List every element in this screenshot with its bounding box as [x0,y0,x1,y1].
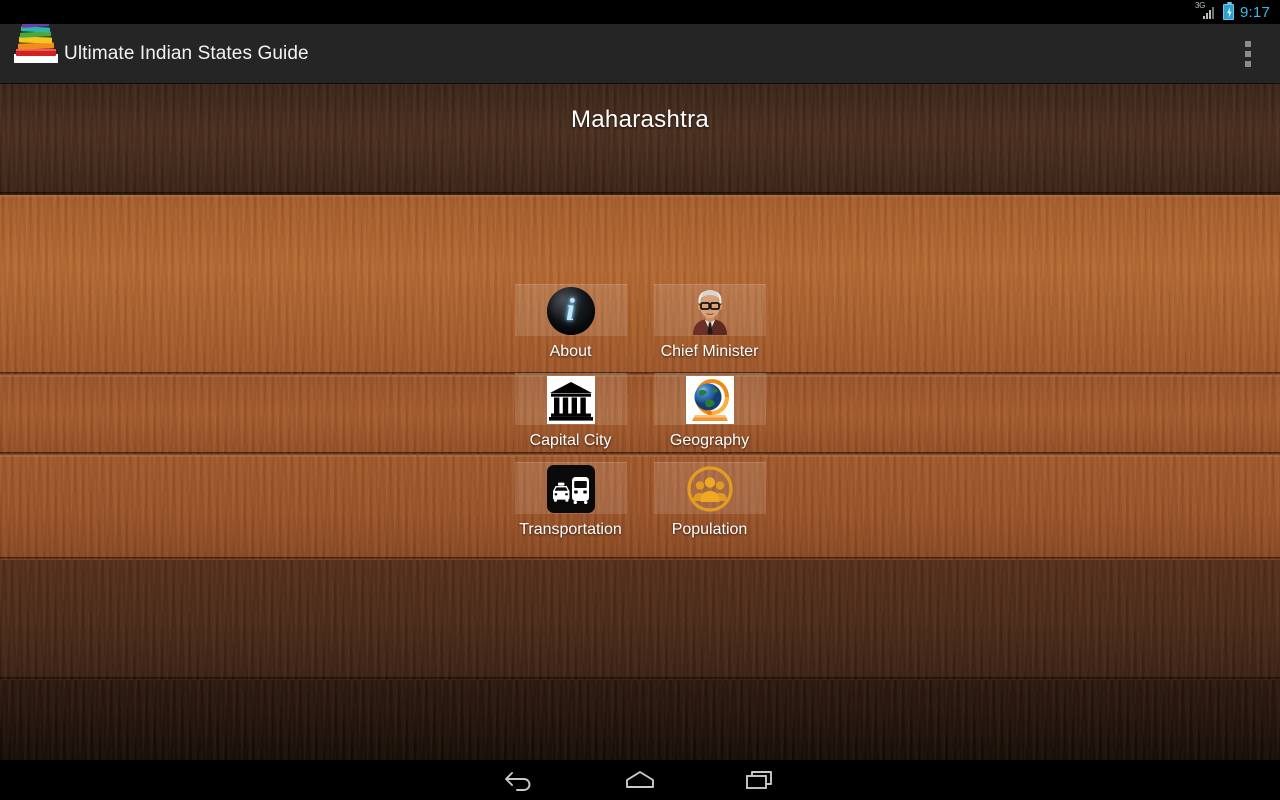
status-clock: 9:17 [1240,3,1270,21]
tile-background [514,462,627,514]
recent-apps-icon[interactable] [700,760,820,800]
people-group-icon [685,464,735,514]
status-bar: 3G 9:17 [0,0,1280,24]
tile-background [653,284,766,336]
grid-item-label: Population [671,521,748,538]
android-screen: 3G 9:17 Ultimate Indian States Guide Mah… [0,0,1280,800]
grid-item-label: Transportation [519,521,622,538]
taxi-bus-icon [546,464,595,513]
back-arrow-icon[interactable] [460,760,580,800]
grid-item-label: Capital City [529,432,612,449]
battery-charging-icon [1223,2,1234,20]
main-content: Maharashtra About [0,84,1280,760]
bank-building-icon [546,375,595,424]
globe-stand-icon [685,375,734,424]
grid-item-capital-city[interactable]: Capital City [501,373,640,462]
overflow-menu-icon[interactable] [1226,24,1270,84]
grid-item-geography[interactable]: Geography [640,373,779,462]
grid-item-chief-minister[interactable]: Chief Minister [640,284,779,373]
tile-background [653,462,766,514]
app-title: Ultimate Indian States Guide [64,42,309,64]
grid-item-about[interactable]: About [501,284,640,373]
home-icon[interactable] [580,760,700,800]
info-sphere-icon [546,286,595,335]
grid-item-population[interactable]: Population [640,462,779,551]
politician-portrait-icon [686,287,734,335]
grid-item-label: About [549,343,592,360]
action-bar: Ultimate Indian States Guide [0,24,1280,84]
tile-background [514,373,627,425]
tile-background [514,284,627,336]
grid-item-transportation[interactable]: Transportation [501,462,640,551]
feature-grid: About [501,284,779,551]
navigation-bar [0,760,1280,800]
grid-item-label: Chief Minister [660,343,759,360]
signal-bars-icon: 3G [1195,2,1217,20]
page-title: Maharashtra [570,106,710,133]
tile-background [653,373,766,425]
grid-item-label: Geography [669,432,750,449]
